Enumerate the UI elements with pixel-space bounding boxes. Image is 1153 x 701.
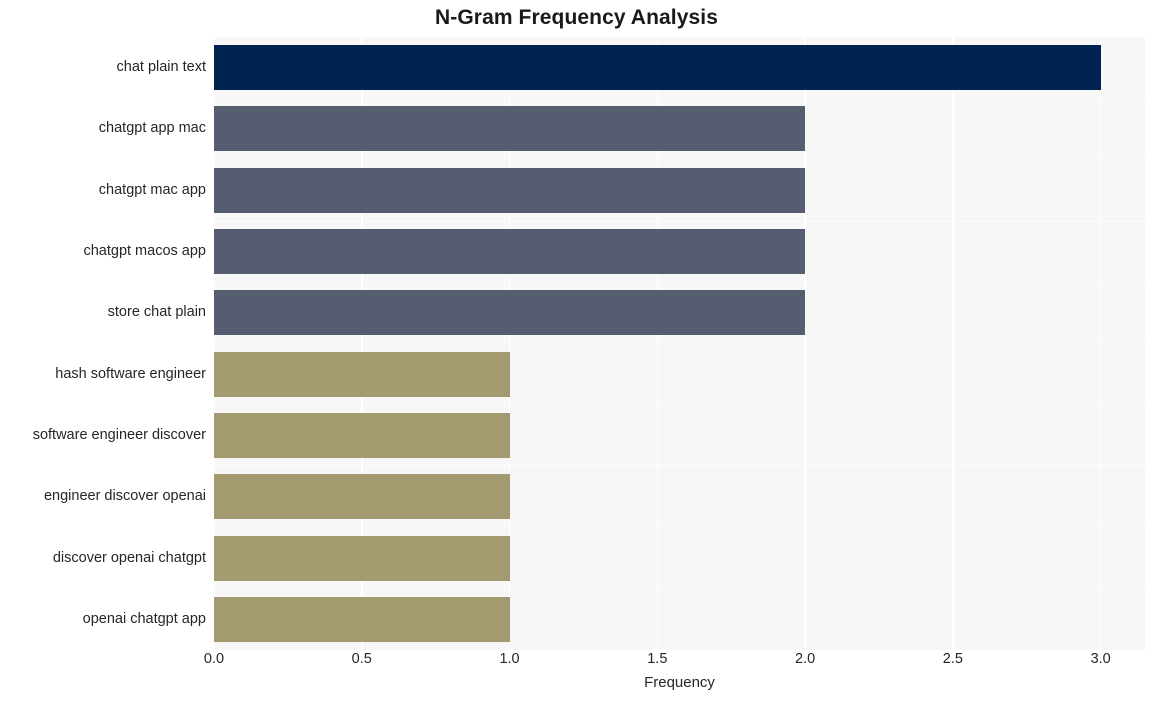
x-axis-tick-label: 1.5	[647, 651, 668, 667]
bar	[214, 351, 510, 397]
x-axis-tick-label: 0.5	[351, 651, 372, 667]
bar	[214, 596, 510, 642]
bar	[214, 167, 806, 213]
y-axis-tick-label: engineer discover openai	[43, 488, 206, 505]
bar	[214, 535, 510, 581]
y-axis-tick-label: hash software engineer	[55, 365, 206, 382]
y-axis-tick-label: chatgpt mac app	[98, 181, 206, 198]
chart-title: N-Gram Frequency Analysis	[435, 6, 718, 29]
plot-area	[214, 37, 1145, 650]
x-axis-tick-label: 1.0	[499, 651, 520, 667]
y-axis-tick-label: discover openai chatgpt	[52, 549, 206, 566]
y-axis-tick-label: store chat plain	[107, 304, 206, 321]
y-axis-tick-label: software engineer discover	[32, 426, 206, 443]
x-axis-tick-label: 3.0	[1090, 651, 1111, 667]
y-axis-tick-labels: chat plain text chatgpt app mac chatgpt ma…	[0, 37, 206, 650]
x-axis-title: Frequency	[644, 674, 715, 691]
bar	[214, 106, 806, 152]
y-axis-tick-label: chatgpt macos app	[83, 243, 206, 260]
bar	[214, 229, 806, 275]
bar	[214, 412, 510, 458]
chart-figure: N-Gram Frequency Analysis chat plain tex…	[0, 0, 1153, 701]
x-axis-tick-label: 2.0	[795, 651, 816, 667]
y-axis-tick-label: chat plain text	[116, 59, 206, 76]
y-axis-tick-label: chatgpt app mac	[98, 120, 206, 137]
bar	[214, 290, 806, 336]
bar	[214, 45, 1101, 91]
x-axis-tick-label: 0.0	[203, 651, 225, 667]
bar	[214, 474, 510, 520]
x-axis-tick-label: 2.5	[942, 651, 963, 667]
x-axis-tick-labels: 0.0 0.5 1.0 1.5 2.0 2.5 3.0	[204, 651, 1145, 673]
bar-series	[214, 37, 1145, 650]
y-axis-tick-label: openai chatgpt app	[82, 610, 206, 627]
